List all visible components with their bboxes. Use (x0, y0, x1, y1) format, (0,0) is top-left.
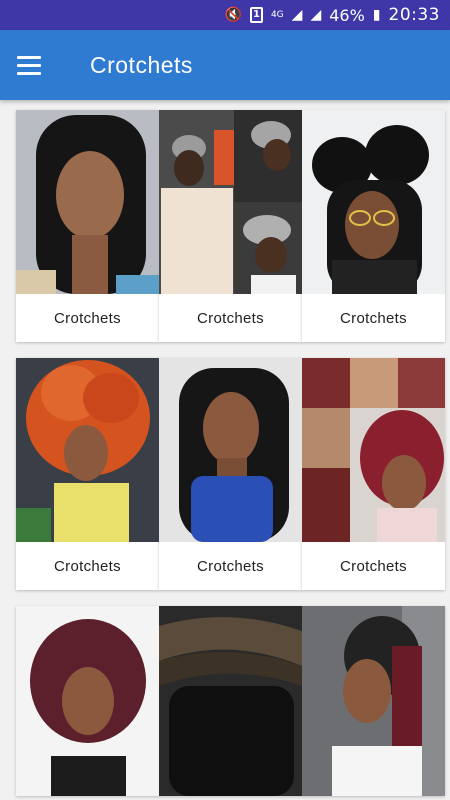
app-bar: Crotchets (0, 30, 450, 100)
hairstyle-photo (302, 110, 445, 294)
battery-percent: 46% (329, 5, 365, 25)
hairstyle-photo (16, 358, 159, 542)
battery-icon: ▮ (372, 7, 381, 23)
card-label: Crotchets (197, 557, 264, 575)
hairstyle-photo (16, 110, 159, 294)
hairstyle-photo (159, 110, 302, 294)
hairstyle-photo (302, 606, 445, 796)
gallery-card[interactable] (159, 606, 302, 796)
status-bar: 🔇 1 4G ◢ ◢ 46% ▮ 20:33 (0, 0, 450, 30)
card-label: Crotchets (340, 309, 407, 327)
hairstyle-photo (159, 358, 302, 542)
card-label: Crotchets (54, 309, 121, 327)
hamburger-menu-icon[interactable] (0, 30, 58, 100)
gallery-card[interactable]: Crotchets (159, 110, 302, 342)
gallery-card[interactable]: Crotchets (302, 358, 445, 590)
hairstyle-photo (302, 358, 445, 542)
gallery-card[interactable]: Crotchets (302, 110, 445, 342)
gallery-card[interactable]: Crotchets (16, 110, 159, 342)
sim-icon: 1 (249, 7, 263, 23)
gallery-card[interactable] (302, 606, 445, 796)
card-label: Crotchets (54, 557, 121, 575)
page-title: Crotchets (90, 51, 193, 78)
card-label: Crotchets (197, 309, 264, 327)
clock: 20:33 (388, 5, 440, 25)
gallery-card[interactable]: Crotchets (16, 358, 159, 590)
mute-icon: 🔇 (224, 7, 242, 23)
signal-icon-2: ◢ (310, 7, 322, 23)
card-label: Crotchets (340, 557, 407, 575)
hairstyle-photo (159, 606, 302, 796)
signal-icon: ◢ (291, 7, 303, 23)
network-type-icon: 4G (270, 9, 284, 20)
gallery-card[interactable] (16, 606, 159, 796)
hairstyle-photo (16, 606, 159, 796)
gallery-card[interactable]: Crotchets (159, 358, 302, 590)
gallery-grid: Crotchets Crotchets Crotchets Crotchets … (16, 110, 445, 796)
